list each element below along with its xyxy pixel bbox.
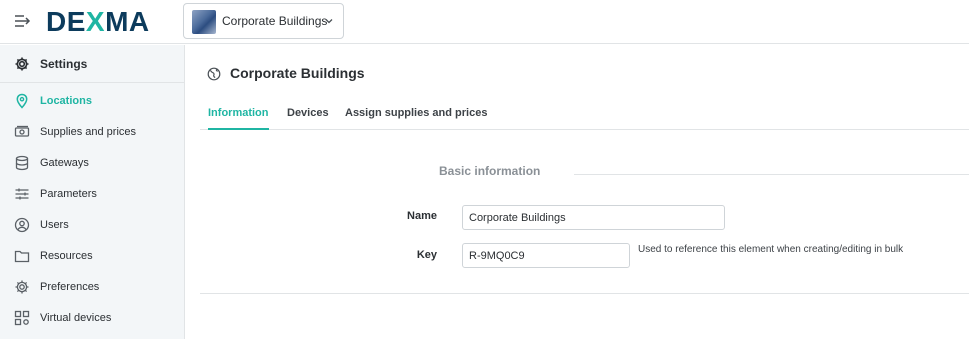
location-selector-value: Corporate Buildings	[222, 14, 328, 28]
map-pin-icon	[14, 93, 30, 109]
sidebar-item-resources[interactable]: Resources	[0, 241, 185, 271]
sidebar: Settings Locations Supplies and prices G…	[0, 45, 185, 339]
key-helper-text: Used to reference this element when crea…	[638, 244, 904, 255]
dexma-logo[interactable]: DEXMA	[46, 6, 150, 38]
user-icon	[14, 217, 30, 233]
sidebar-item-supplies[interactable]: Supplies and prices	[0, 117, 185, 147]
tab-assign-supplies[interactable]: Assign supplies and prices	[345, 107, 487, 130]
page-title: Corporate Buildings	[230, 65, 365, 81]
globe-icon	[207, 67, 221, 81]
gear-icon	[14, 56, 30, 72]
section-divider	[574, 174, 969, 175]
sidebar-item-label: Resources	[40, 250, 93, 262]
chevron-down-icon	[324, 16, 334, 26]
key-field[interactable]	[462, 243, 630, 268]
top-bar: DEXMA Corporate Buildings	[0, 0, 969, 44]
sidebar-header-settings[interactable]: Settings	[0, 45, 185, 83]
name-field[interactable]	[462, 205, 725, 230]
sidebar-item-label: Supplies and prices	[40, 126, 137, 138]
section-title: Basic information	[439, 164, 541, 178]
tab-devices[interactable]: Devices	[287, 107, 329, 130]
sidebar-item-label: Users	[40, 219, 69, 231]
sidebar-item-label: Parameters	[40, 188, 97, 200]
grid-gear-icon	[14, 310, 30, 326]
location-thumbnail	[192, 10, 216, 34]
folder-icon	[14, 248, 30, 264]
main-content: Corporate Buildings Information Devices …	[186, 45, 969, 339]
form-divider	[200, 293, 969, 294]
sidebar-item-users[interactable]: Users	[0, 210, 185, 240]
sidebar-item-locations[interactable]: Locations	[0, 86, 185, 116]
sidebar-item-virtual-devices[interactable]: Virtual devices	[0, 303, 185, 333]
gear-icon	[14, 279, 30, 295]
menu-toggle-icon[interactable]	[14, 12, 34, 30]
sidebar-item-gateways[interactable]: Gateways	[0, 148, 185, 178]
key-label: Key	[416, 249, 437, 261]
tab-bar: Information Devices Assign supplies and …	[200, 102, 969, 130]
tab-information[interactable]: Information	[208, 107, 269, 130]
sidebar-item-parameters[interactable]: Parameters	[0, 179, 185, 209]
sidebar-item-preferences[interactable]: Preferences	[0, 272, 185, 302]
money-icon	[14, 124, 30, 140]
sidebar-item-label: Gateways	[40, 157, 89, 169]
name-label: Name	[407, 210, 437, 222]
sidebar-item-label: Locations	[40, 95, 92, 107]
sliders-icon	[14, 186, 30, 202]
location-selector[interactable]: Corporate Buildings	[183, 3, 344, 39]
sidebar-header-label: Settings	[40, 57, 88, 71]
sidebar-item-label: Preferences	[40, 281, 100, 293]
sidebar-item-label: Virtual devices	[40, 312, 112, 324]
database-icon	[14, 155, 30, 171]
